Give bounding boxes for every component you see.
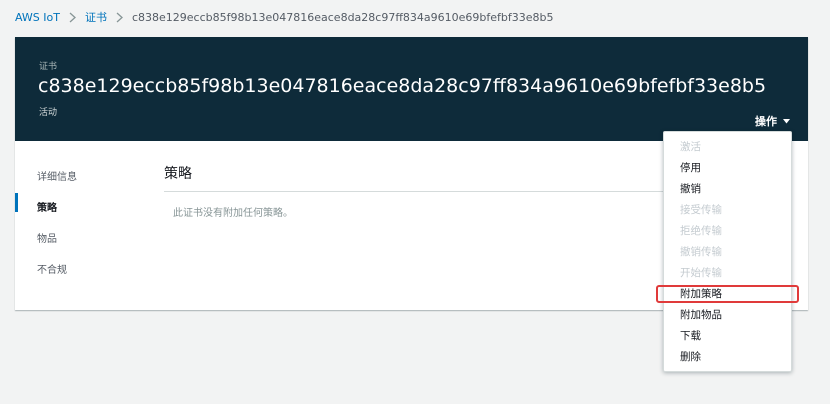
menu-item-delete[interactable]: 删除 <box>680 350 701 364</box>
menu-item-deactivate[interactable]: 停用 <box>680 161 701 175</box>
breadcrumb-aws-iot-link[interactable]: AWS IoT <box>15 11 60 24</box>
sidebar-item-things[interactable]: 物品 <box>37 230 57 245</box>
sidebar-item-policies[interactable]: 策略 <box>37 199 57 214</box>
chevron-right-icon <box>116 12 123 23</box>
actions-menu: 激活 停用 撤销 接受传输 拒绝传输 撤销传输 开始传输 附加策略 附加物品 下… <box>663 131 792 372</box>
section-divider <box>164 191 664 192</box>
sidebar-item-details[interactable]: 详细信息 <box>37 168 77 183</box>
section-title: 策略 <box>164 166 192 182</box>
menu-item-download[interactable]: 下载 <box>680 329 701 343</box>
page-title: c838e129eccb85f98b13e047816eace8da28c97f… <box>38 75 767 97</box>
caret-down-icon <box>783 118 790 124</box>
certificate-header: 证书 c838e129eccb85f98b13e047816eace8da28c… <box>15 37 808 141</box>
attach-policy-highlight <box>656 285 799 303</box>
menu-item-revoke-transfer: 撤销传输 <box>680 246 722 258</box>
menu-item-start-transfer: 开始传输 <box>680 267 722 279</box>
breadcrumb: AWS IoT 证书 c838e129eccb85f98b13e047816ea… <box>15 9 554 25</box>
menu-item-accept-transfer: 接受传输 <box>680 204 722 216</box>
menu-item-attach-thing[interactable]: 附加物品 <box>680 308 722 322</box>
status-badge: 活动 <box>39 108 58 118</box>
breadcrumb-certificates-link[interactable]: 证书 <box>85 9 107 25</box>
breadcrumb-current: c838e129eccb85f98b13e047816eace8da28c97f… <box>131 10 554 24</box>
menu-item-reject-transfer: 拒绝传输 <box>680 225 722 237</box>
header-label: 证书 <box>39 62 58 72</box>
chevron-right-icon <box>69 12 76 23</box>
empty-message: 此证书没有附加任何策略。 <box>173 208 293 219</box>
active-nav-indicator <box>15 193 18 212</box>
actions-label: 操作 <box>755 115 777 128</box>
menu-item-activate: 激活 <box>680 141 701 153</box>
sidebar-item-noncompliant[interactable]: 不合规 <box>37 261 67 276</box>
actions-dropdown-button[interactable]: 操作 <box>755 113 790 129</box>
menu-item-revoke[interactable]: 撤销 <box>680 182 701 196</box>
